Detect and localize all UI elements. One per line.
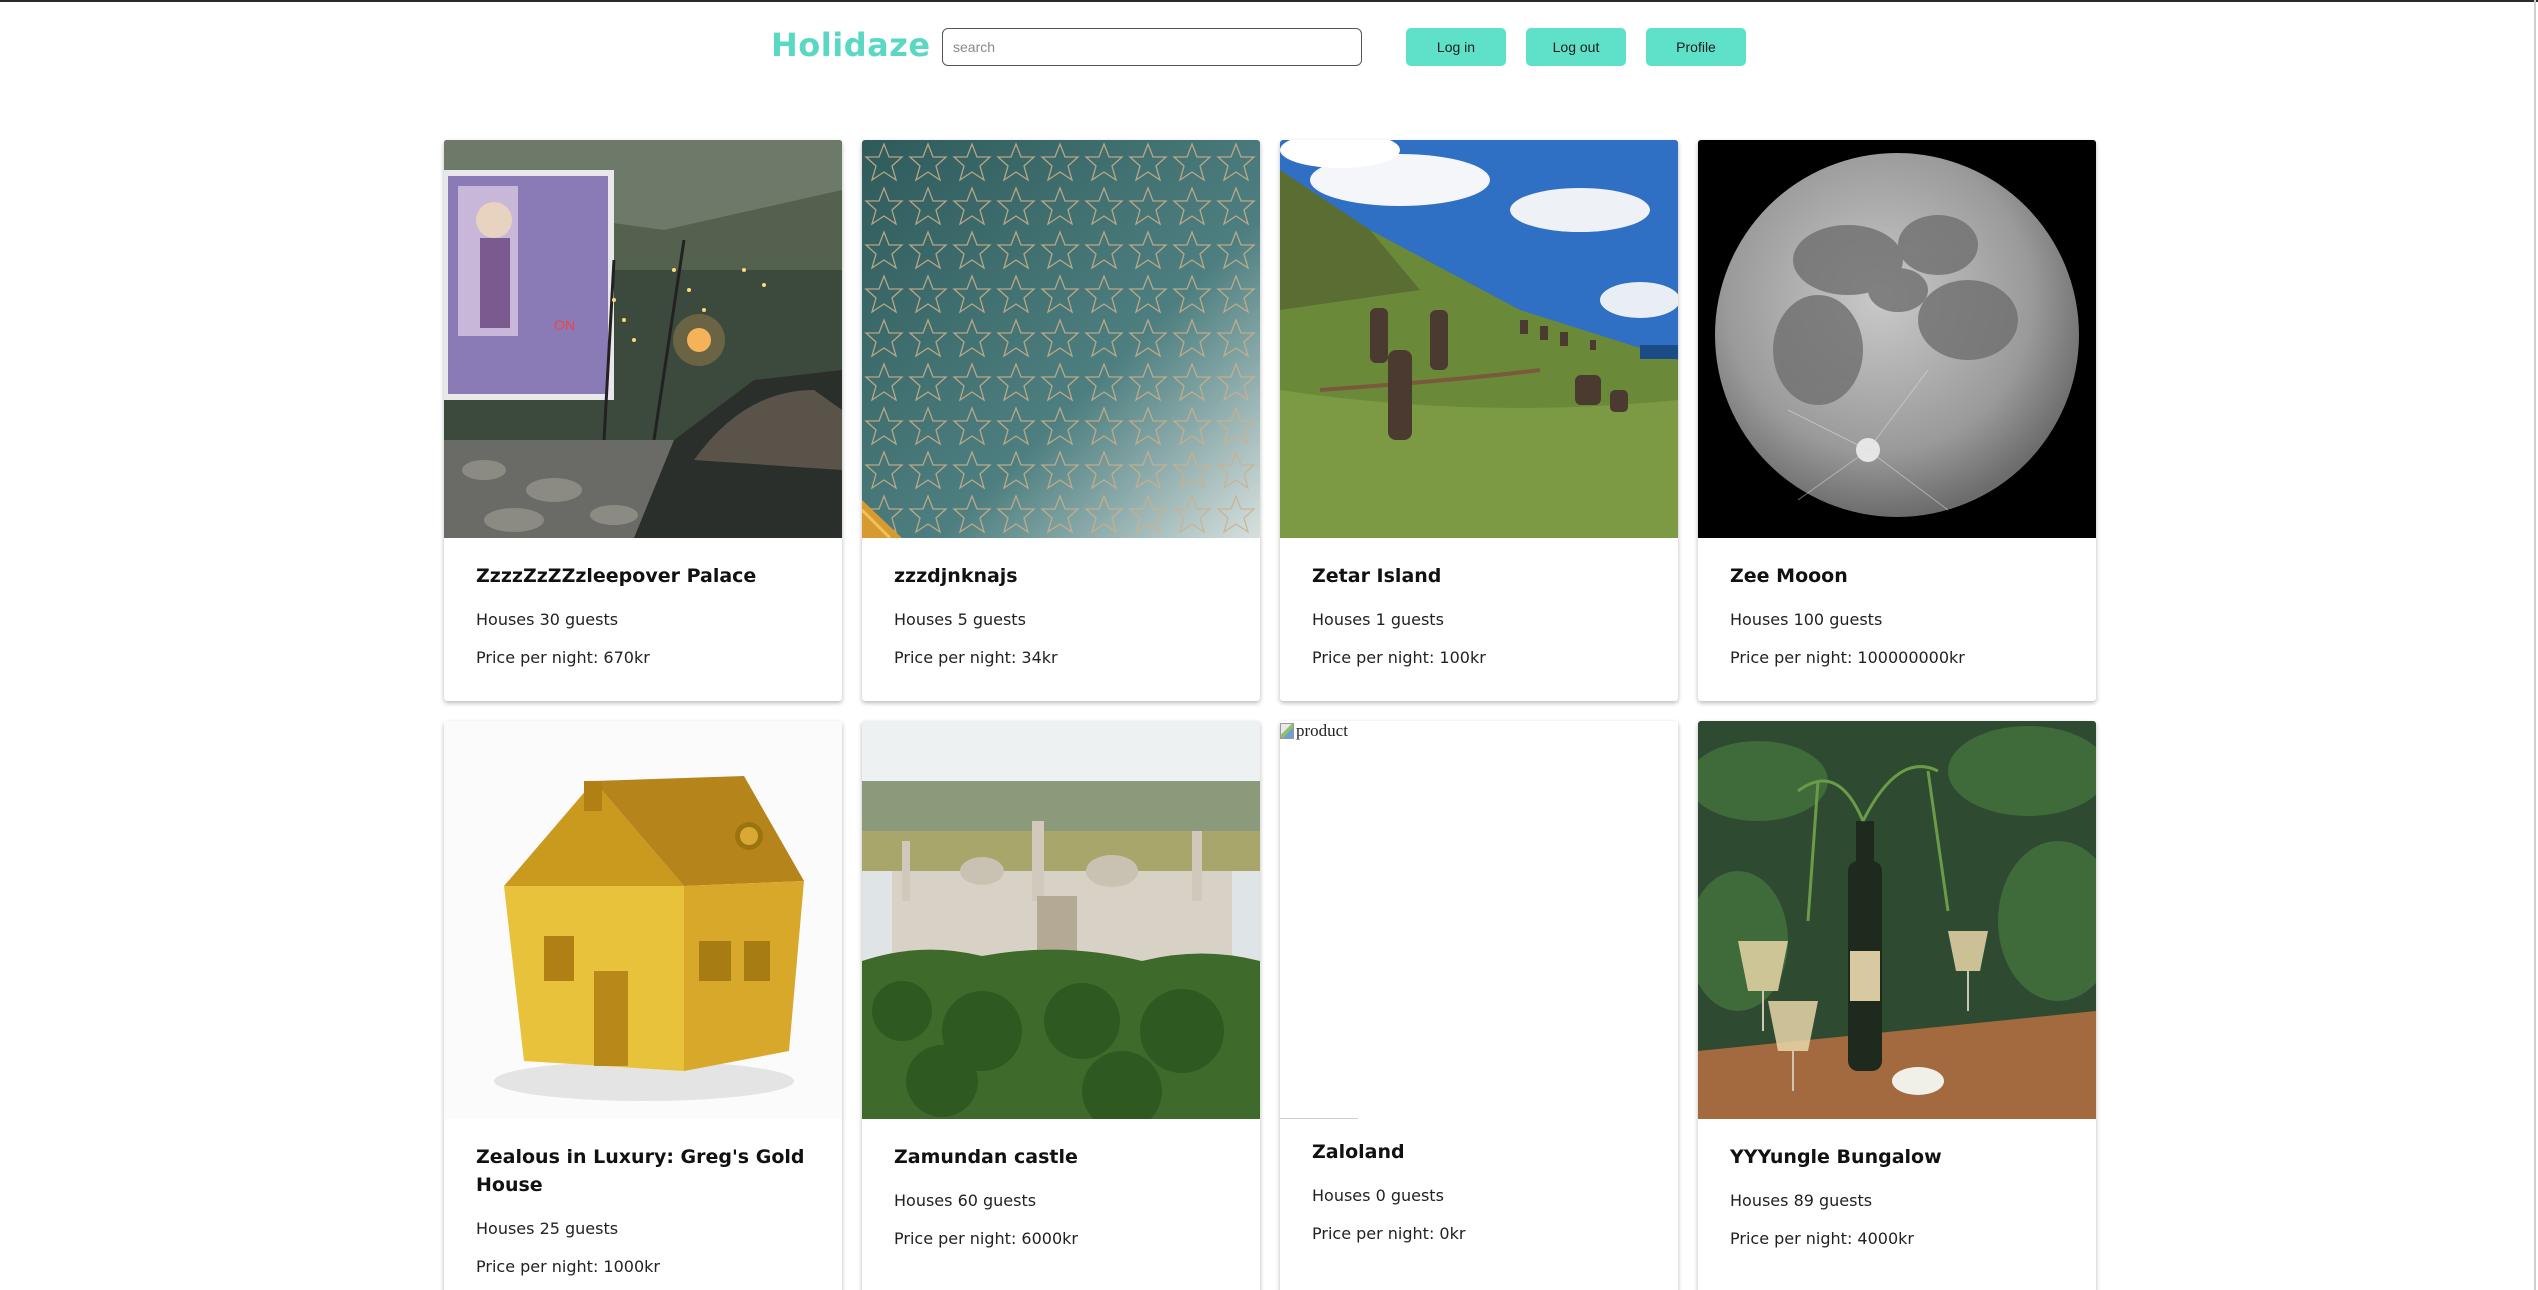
- venue-price: Price per night: 0kr: [1312, 1224, 1466, 1243]
- image-alt-text: product: [1296, 721, 1348, 740]
- venue-title[interactable]: Zealous in Luxury: Greg's Gold House: [476, 1143, 816, 1199]
- venue-card[interactable]: Zamundan castle Houses 60 guests Price p…: [862, 721, 1260, 1290]
- full-moon-photo: [1698, 140, 2096, 538]
- venue-price: Price per night: 4000kr: [1730, 1229, 1914, 1248]
- venue-price: Price per night: 100kr: [1312, 648, 1486, 667]
- broken-image-alt: product: [1280, 721, 1348, 741]
- venue-guests: Houses 89 guests: [1730, 1191, 1873, 1210]
- venue-price: Price per night: 6000kr: [894, 1229, 1078, 1248]
- search-input[interactable]: [942, 28, 1362, 66]
- venue-guests: Houses 1 guests: [1312, 610, 1444, 629]
- venue-title[interactable]: ZzzzZzZZzleepover Palace: [476, 562, 816, 590]
- venue-card[interactable]: Zealous in Luxury: Greg's Gold House Hou…: [444, 721, 842, 1290]
- moai-hillside-photo: [1280, 140, 1678, 538]
- venue-card[interactable]: YYYungle Bungalow Houses 89 guests Price…: [1698, 721, 2096, 1290]
- champagne-jungle-photo: [1698, 721, 2096, 1119]
- venue-title[interactable]: Zee Mooon: [1730, 562, 2070, 590]
- venue-price: Price per night: 670kr: [476, 648, 650, 667]
- venue-guests: Houses 0 guests: [1312, 1186, 1444, 1205]
- venue-card[interactable]: zzzdjnknajs Houses 5 guests Price per ni…: [862, 140, 1260, 701]
- outdoor-cinema-photo: ON: [444, 140, 842, 538]
- broken-image: product: [1280, 721, 1678, 1119]
- venue-title[interactable]: YYYungle Bungalow: [1730, 1143, 2070, 1171]
- star-pattern-wallpaper-photo: [862, 140, 1260, 538]
- venue-card[interactable]: product Zaloland Houses 0 guests Price p…: [1280, 721, 1678, 1290]
- scrollbar-track[interactable]: [2534, 0, 2536, 1290]
- broken-image-icon: [1280, 723, 1294, 739]
- header: Holidaze Log in Log out Profile: [0, 0, 2538, 100]
- gold-house-photo: [444, 721, 842, 1119]
- venue-guests: Houses 5 guests: [894, 610, 1026, 629]
- venue-card[interactable]: Zetar Island Houses 1 guests Price per n…: [1280, 140, 1678, 701]
- venue-grid: ON ZzzzZzZZzleepover Palace Houses 30 gu…: [444, 140, 2098, 1290]
- venue-title[interactable]: Zaloland: [1312, 1138, 1652, 1166]
- venue-title[interactable]: Zetar Island: [1312, 562, 1652, 590]
- login-button[interactable]: Log in: [1406, 28, 1506, 66]
- venue-price: Price per night: 100000000kr: [1730, 648, 1965, 667]
- venue-card[interactable]: Zee Mooon Houses 100 guests Price per ni…: [1698, 140, 2096, 701]
- venue-guests: Houses 30 guests: [476, 610, 619, 629]
- venue-price: Price per night: 34kr: [894, 648, 1058, 667]
- venue-guests: Houses 25 guests: [476, 1219, 619, 1238]
- venue-price: Price per night: 1000kr: [476, 1257, 660, 1276]
- svg-text:ON: ON: [554, 317, 575, 333]
- venue-card[interactable]: ON ZzzzZzZZzleepover Palace Houses 30 gu…: [444, 140, 842, 701]
- venue-title[interactable]: zzzdjnknajs: [894, 562, 1234, 590]
- palace-forest-photo: [862, 721, 1260, 1119]
- venue-guests: Houses 60 guests: [894, 1191, 1037, 1210]
- venue-guests: Houses 100 guests: [1730, 610, 1883, 629]
- profile-button[interactable]: Profile: [1646, 28, 1746, 66]
- logout-button[interactable]: Log out: [1526, 28, 1626, 66]
- venue-title[interactable]: Zamundan castle: [894, 1143, 1234, 1171]
- image-placeholder-divider: [1280, 1118, 1358, 1119]
- site-logo[interactable]: Holidaze: [771, 26, 931, 64]
